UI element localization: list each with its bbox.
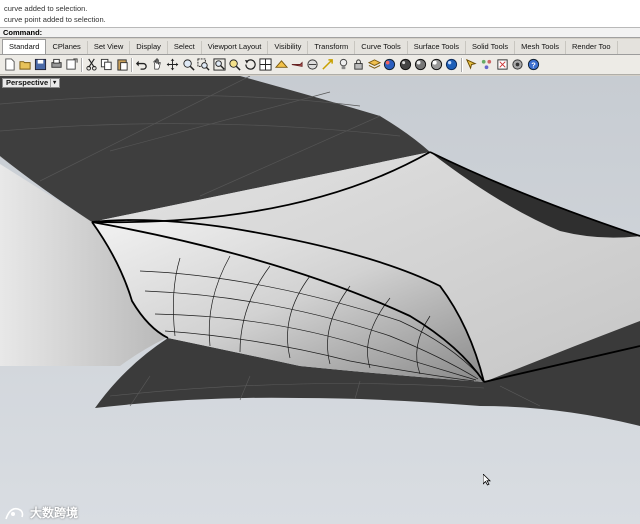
viewport-title-tab[interactable]: Perspective ▾	[2, 78, 61, 88]
camera-icon[interactable]	[289, 57, 305, 73]
tab-cplanes[interactable]: CPlanes	[46, 41, 88, 54]
group-icon[interactable]	[479, 57, 495, 73]
undo-icon[interactable]	[134, 57, 150, 73]
copy-icon[interactable]	[99, 57, 115, 73]
cut-icon[interactable]	[84, 57, 100, 73]
toolbar-tabs: Standard CPlanes Set View Display Select…	[0, 39, 640, 55]
lock-icon[interactable]	[351, 57, 367, 73]
watermark: 大数跨境	[4, 504, 78, 521]
history-line: curve added to selection.	[4, 4, 88, 13]
select-filter-icon[interactable]	[464, 57, 480, 73]
light-icon[interactable]	[336, 57, 352, 73]
tab-select[interactable]: Select	[168, 41, 202, 54]
zoom-window-icon[interactable]	[196, 57, 212, 73]
tab-visibility[interactable]: Visibility	[268, 41, 309, 54]
watermark-logo-icon	[5, 507, 24, 519]
viewport-menu-arrow-icon[interactable]: ▾	[50, 79, 56, 87]
tab-transform[interactable]: Transform	[308, 41, 356, 54]
toolbar-separator	[460, 57, 463, 72]
open-file-icon[interactable]	[18, 57, 34, 73]
command-input[interactable]	[46, 28, 640, 37]
viewport-label: Perspective	[6, 78, 49, 87]
standard-toolbar: ?	[0, 55, 640, 75]
tab-mesh-tools[interactable]: Mesh Tools	[515, 41, 566, 54]
options-icon[interactable]	[320, 57, 336, 73]
svg-text:?: ?	[531, 60, 536, 69]
grid-snap-icon[interactable]	[305, 57, 321, 73]
cplane-icon[interactable]	[274, 57, 290, 73]
perspective-viewport[interactable]: Perspective ▾ 大数跨境	[0, 76, 640, 524]
tab-set-view[interactable]: Set View	[88, 41, 131, 54]
toolbar-separator	[80, 57, 83, 72]
history-line: curve point added to selection.	[4, 15, 106, 24]
command-line[interactable]: Command:	[0, 28, 640, 38]
toolbar-separator	[131, 57, 133, 72]
import-icon[interactable]	[64, 57, 80, 73]
shaded-sphere-icon[interactable]	[413, 57, 429, 73]
paste-icon[interactable]	[115, 57, 131, 73]
watermark-text: 大数跨境	[30, 506, 79, 520]
move-view-icon[interactable]	[165, 57, 181, 73]
four-view-icon[interactable]	[258, 57, 274, 73]
render-icon[interactable]	[495, 57, 511, 73]
command-prompt: Command:	[3, 28, 43, 37]
tab-viewport-layout[interactable]: Viewport Layout	[202, 41, 269, 54]
ghosted-sphere-icon[interactable]	[429, 57, 445, 73]
settings-icon[interactable]	[510, 57, 526, 73]
tab-solid-tools[interactable]: Solid Tools	[466, 41, 516, 54]
tab-surface-tools[interactable]: Surface Tools	[408, 41, 467, 54]
tab-standard[interactable]: Standard	[2, 39, 47, 54]
save-icon[interactable]	[33, 57, 49, 73]
zoom-selected-icon[interactable]	[227, 57, 243, 73]
tab-display[interactable]: Display	[130, 41, 168, 54]
layer-icon[interactable]	[367, 57, 383, 73]
3d-scene[interactable]	[0, 76, 640, 524]
command-history: curve added to selection. curve point ad…	[0, 0, 640, 28]
pan-icon[interactable]	[150, 57, 166, 73]
tab-curve-tools[interactable]: Curve Tools	[355, 41, 408, 54]
material-icon[interactable]	[382, 57, 398, 73]
new-file-icon[interactable]	[2, 57, 18, 73]
mouse-cursor-icon	[483, 474, 491, 486]
xray-sphere-icon[interactable]	[444, 57, 460, 73]
help-icon[interactable]: ?	[526, 57, 542, 73]
zoom-icon[interactable]	[181, 57, 197, 73]
zoom-extents-icon[interactable]	[212, 57, 228, 73]
rotate-view-icon[interactable]	[243, 57, 259, 73]
render-sphere-icon[interactable]	[398, 57, 414, 73]
print-icon[interactable]	[49, 57, 65, 73]
tab-render-tools[interactable]: Render Too	[566, 41, 618, 54]
